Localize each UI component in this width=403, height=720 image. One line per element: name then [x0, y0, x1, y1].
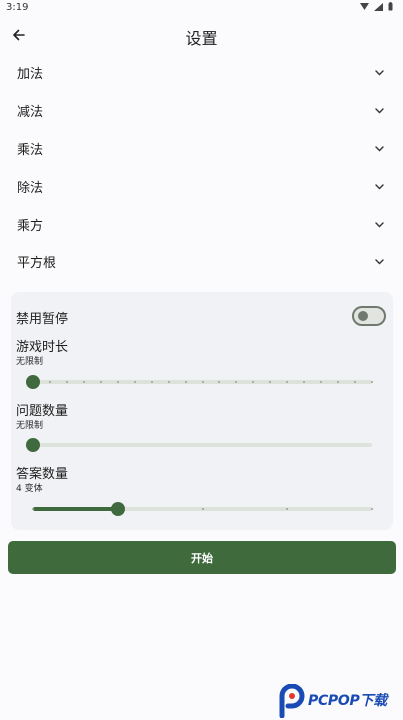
category-item-subtraction[interactable]: 减法 [0, 92, 403, 130]
status-bar: 3:19 [0, 0, 403, 16]
category-item-square-root[interactable]: 平方根 [0, 243, 403, 281]
slider-tick [65, 381, 68, 383]
slider-thumb[interactable] [26, 375, 40, 389]
slider-tick [201, 381, 204, 383]
chevron-down-icon [375, 221, 384, 228]
category-item-addition[interactable]: 加法 [0, 54, 403, 92]
category-label: 乘法 [17, 142, 44, 158]
slider-tick [201, 508, 204, 510]
question-count-slider[interactable] [26, 438, 372, 452]
category-label: 加法 [17, 67, 44, 83]
game-duration-slider[interactable] [26, 375, 373, 389]
slider-tick [184, 381, 187, 383]
slider-tick [48, 381, 51, 383]
chevron-down-icon [375, 184, 384, 190]
disable-pause-label: 禁用暂停 [16, 312, 69, 327]
category-item-power[interactable]: 乘方 [0, 205, 403, 243]
slider-tick [32, 508, 34, 510]
chevron-down-icon [375, 70, 384, 76]
slider-tick [133, 381, 136, 383]
status-time: 3:19 [6, 2, 29, 13]
slider-tick [371, 508, 373, 510]
signal-icon [360, 2, 369, 10]
chevron-down-icon [375, 259, 384, 265]
slider-tick [150, 381, 153, 383]
chevron-down-icon [375, 108, 384, 114]
wifi-icon [374, 2, 383, 11]
game-settings-card: 禁用暂停 游戏时长 无限制 问题数量 无限制 答案数量 4 变体 [11, 292, 393, 530]
slider-thumb[interactable] [26, 438, 40, 452]
category-label: 平方根 [17, 256, 57, 272]
page-title: 设置 [185, 29, 218, 48]
category-item-division[interactable]: 除法 [0, 167, 403, 205]
disable-pause-row: 禁用暂停 [16, 306, 386, 327]
watermark-text: PCPOP下载 [308, 693, 387, 709]
category-label: 减法 [17, 105, 44, 121]
category-list: 加法 减法 乘法 除法 乘方 平方根 [0, 54, 403, 281]
game-duration-value: 无限制 [16, 357, 44, 367]
slider-tick [167, 381, 170, 383]
category-label: 除法 [17, 180, 44, 196]
app-bar: 设置 [0, 20, 403, 50]
pcpop-logo-icon [279, 684, 305, 718]
toggle-knob [358, 311, 368, 321]
question-count-value: 无限制 [16, 421, 44, 431]
status-icons [360, 2, 393, 11]
game-duration-title: 游戏时长 [16, 340, 69, 355]
slider-tick [116, 381, 119, 383]
question-count-title: 问题数量 [16, 404, 69, 419]
category-item-multiplication[interactable]: 乘法 [0, 130, 403, 168]
answer-count-title: 答案数量 [16, 467, 69, 482]
slider-active-track [33, 507, 118, 511]
start-button[interactable]: 开始 [8, 541, 396, 574]
answer-count-value: 4 变体 [16, 484, 43, 494]
slider-tick [82, 381, 85, 383]
slider-tick [99, 381, 102, 383]
category-label: 乘方 [17, 218, 44, 234]
chevron-down-icon [375, 146, 384, 152]
slider-track [33, 443, 372, 447]
answer-count-slider[interactable] [27, 502, 373, 516]
slider-tick [371, 381, 373, 383]
battery-icon [388, 2, 393, 11]
slider-thumb[interactable] [110, 502, 125, 516]
watermark: PCPOP下载 [278, 684, 403, 720]
disable-pause-toggle[interactable] [352, 306, 386, 326]
